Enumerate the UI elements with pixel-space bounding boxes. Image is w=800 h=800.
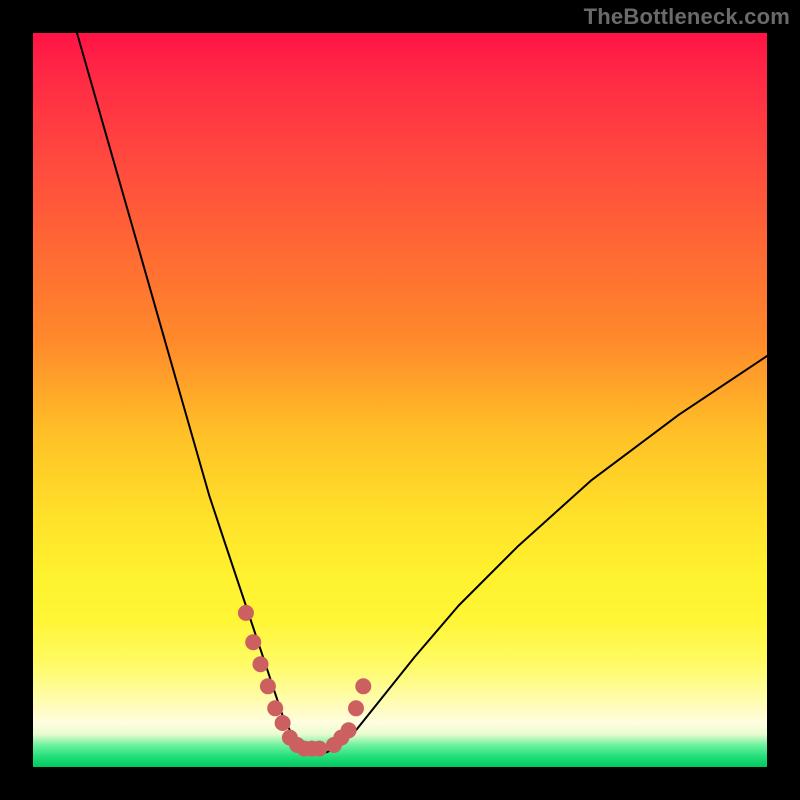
highlight-dot xyxy=(238,605,254,621)
chart-frame: TheBottleneck.com xyxy=(0,0,800,800)
highlight-dot xyxy=(341,722,357,738)
highlight-dot xyxy=(245,634,261,650)
highlight-dot xyxy=(260,678,276,694)
highlight-dot xyxy=(348,700,364,716)
plot-area xyxy=(33,33,767,767)
highlight-dot xyxy=(311,741,327,757)
curve-layer xyxy=(33,33,767,767)
highlight-dot xyxy=(253,656,269,672)
highlight-dots xyxy=(238,605,371,757)
highlight-dot xyxy=(355,678,371,694)
bottleneck-curve xyxy=(77,33,767,752)
highlight-dot xyxy=(275,715,291,731)
highlight-dot xyxy=(267,700,283,716)
watermark-text: TheBottleneck.com xyxy=(584,4,790,30)
